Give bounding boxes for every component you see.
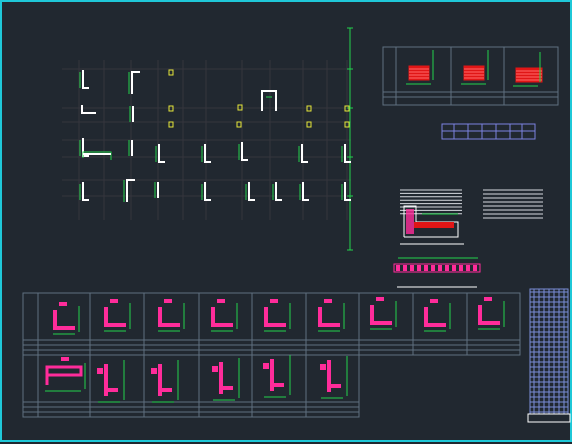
table-frame [22,354,360,418]
column-outline [82,70,89,89]
column-section [478,297,505,330]
column-l [272,182,282,201]
column-elevation-detail [527,288,571,423]
column-section [264,299,291,332]
detail-stirrup [445,265,449,271]
section-label [59,302,67,306]
detail-stirrup [410,265,414,271]
column-outline [248,182,255,201]
column-outline [301,144,308,163]
section-label [320,364,326,370]
column-tag [306,121,312,128]
column-outline [82,182,89,201]
column-l [79,70,89,89]
schedule-table [441,123,536,140]
detail-stirrup [396,265,400,271]
column-section [424,299,451,332]
detail-stirrup [431,265,435,271]
column-outline [302,182,309,201]
column-section [158,299,185,332]
section-rebar [264,307,286,327]
section-rebar [211,307,233,327]
column-section [151,360,179,403]
cad-viewport[interactable] [0,0,572,442]
column-section [45,357,86,392]
section-table-top [382,46,559,106]
column-outline [81,105,96,114]
section-rebar [158,307,180,327]
detail-stirrup [403,265,407,271]
notes-text [400,189,543,219]
column-outline [204,144,211,163]
detail-stirrup [466,265,470,271]
section-label [97,368,103,374]
column-tag [168,121,174,128]
column-l [299,182,309,201]
column-section-2 [461,50,489,85]
mesh-base [527,413,571,423]
detail-stirrup [438,265,442,271]
section-label [270,299,278,303]
section-label [61,357,69,361]
column-outline [204,182,211,201]
column-l [245,182,255,201]
section-rebar [53,310,75,330]
section-rebar [45,365,83,377]
column-l [79,182,89,201]
detail-rebar [406,209,414,234]
section-label [212,366,218,372]
section-rebar [104,307,126,327]
section-label [217,299,225,303]
column-t [81,105,96,114]
detail-stirrup [424,265,428,271]
column-l2 [123,179,135,202]
column-section [370,297,397,330]
column-tag [168,69,174,76]
section-label [110,299,118,303]
column-outline [158,144,165,163]
section-label [376,297,384,301]
column-section [318,299,345,332]
section-label [151,368,157,374]
section-table-bottom [22,292,521,418]
column-tag [236,121,242,128]
section-label [164,299,172,303]
section-label [324,299,332,303]
detail-stirrup [417,265,421,271]
column-section [320,356,348,399]
column-section [263,355,291,398]
column-section [104,299,131,332]
detail-stirrup [452,265,456,271]
column-l [155,144,165,163]
column-tag [168,121,174,128]
section-label [484,297,492,301]
section-rebar [370,305,392,325]
column-section-3 [513,52,543,87]
column-tag [236,121,242,128]
column-section-1 [406,50,434,85]
section-label [430,299,438,303]
section-rebar [424,307,446,327]
column-outline [275,182,282,201]
column-tag [306,121,312,128]
section-rebar [318,307,340,327]
section-rebar [478,305,500,325]
detail-stirrup [459,265,463,271]
column-section [97,360,125,403]
section-label [263,363,269,369]
column-section [53,302,80,335]
column-outline [131,71,140,94]
detail-stirrup [473,265,477,271]
column-section [212,358,240,401]
column-layout-plan [62,27,353,251]
detail-group [393,205,481,288]
detail-rebar [414,222,454,228]
cad-drawing-canvas[interactable] [2,2,572,444]
column-section [211,299,238,332]
column-tag [168,69,174,76]
